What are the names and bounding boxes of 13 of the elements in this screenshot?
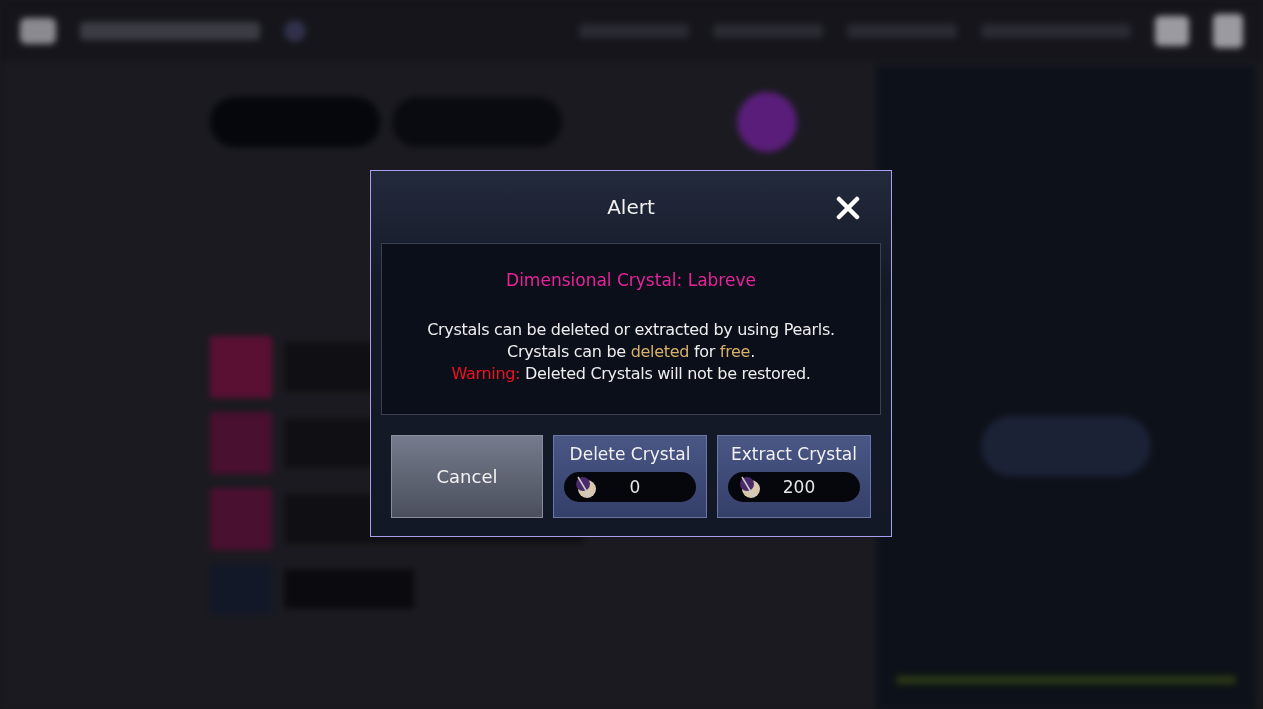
close-icon bbox=[836, 196, 860, 220]
crystal-action-button[interactable]: Delete Crystal 0 bbox=[553, 435, 707, 518]
pearl-icon bbox=[574, 475, 598, 499]
message-line: Warning: Deleted Crystals will not be restored. bbox=[451, 363, 811, 385]
message-line: Crystals can be deleted or extracted by using Pearls. bbox=[427, 319, 835, 341]
cost-display: 0 bbox=[564, 472, 696, 502]
dialog-title: Alert bbox=[607, 195, 655, 219]
pearl-icon bbox=[738, 475, 762, 499]
cancel-button[interactable]: Cancel bbox=[391, 435, 543, 518]
crystal-name: Dimensional Crystal: Labreve bbox=[506, 270, 756, 290]
crystal-action-button[interactable]: Extract Crystal 200 bbox=[717, 435, 871, 518]
cost-display: 200 bbox=[728, 472, 860, 502]
message-line: Crystals can be deleted for free. bbox=[507, 341, 755, 363]
